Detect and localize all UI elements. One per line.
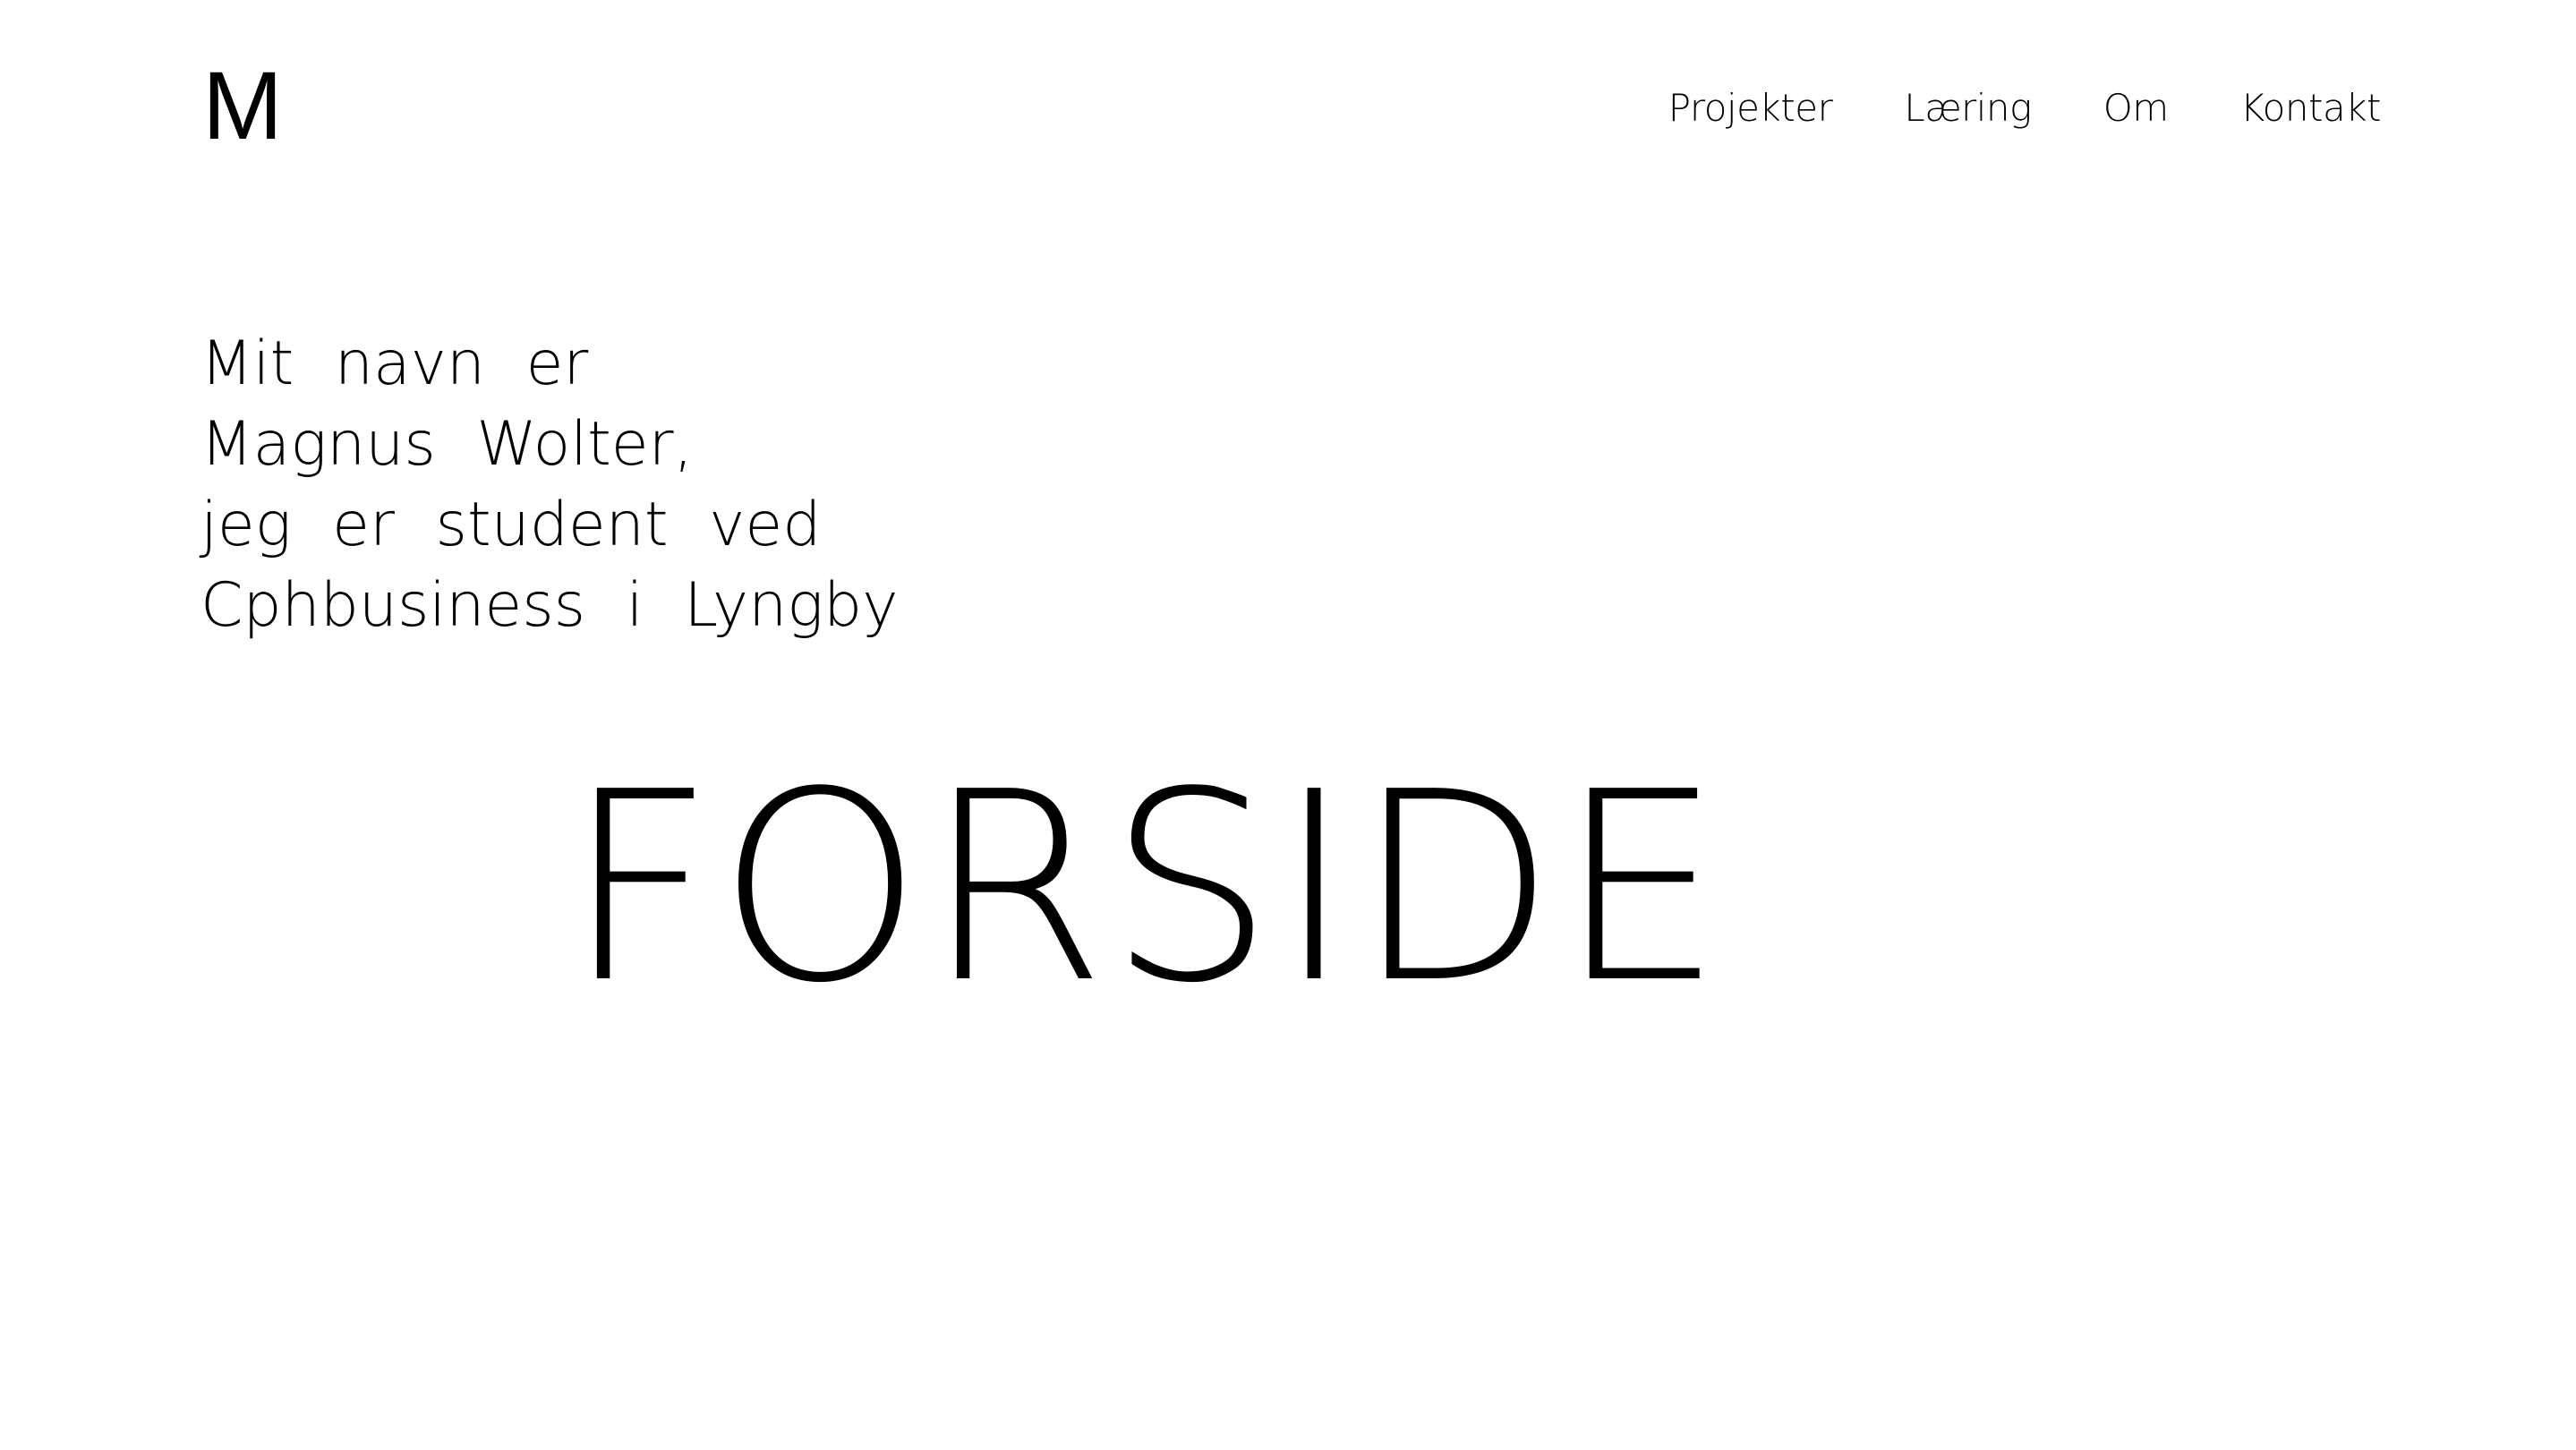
intro-line: jeg er student ved — [200, 490, 822, 560]
nav-link-projekter[interactable]: Projekter — [1668, 90, 1833, 127]
page-title: FORSIDE — [565, 736, 1725, 1040]
logo-link[interactable]: M — [202, 57, 283, 154]
intro-line: Cphbusiness i Lyngby — [200, 570, 899, 641]
intro-line: Mit navn er — [200, 328, 589, 399]
main-nav: Projekter Læring Om Kontakt — [1668, 90, 2382, 127]
page: M Projekter Læring Om Kontakt Mit navn e… — [0, 0, 2576, 1450]
intro-line: Magnus Wolter, — [200, 409, 694, 480]
nav-link-om[interactable]: Om — [2103, 90, 2169, 127]
nav-link-laering[interactable]: Læring — [1904, 90, 2032, 127]
nav-link-kontakt[interactable]: Kontakt — [2240, 90, 2382, 127]
intro-text: Mit navn er Magnus Wolter, jeg er studen… — [200, 324, 898, 646]
